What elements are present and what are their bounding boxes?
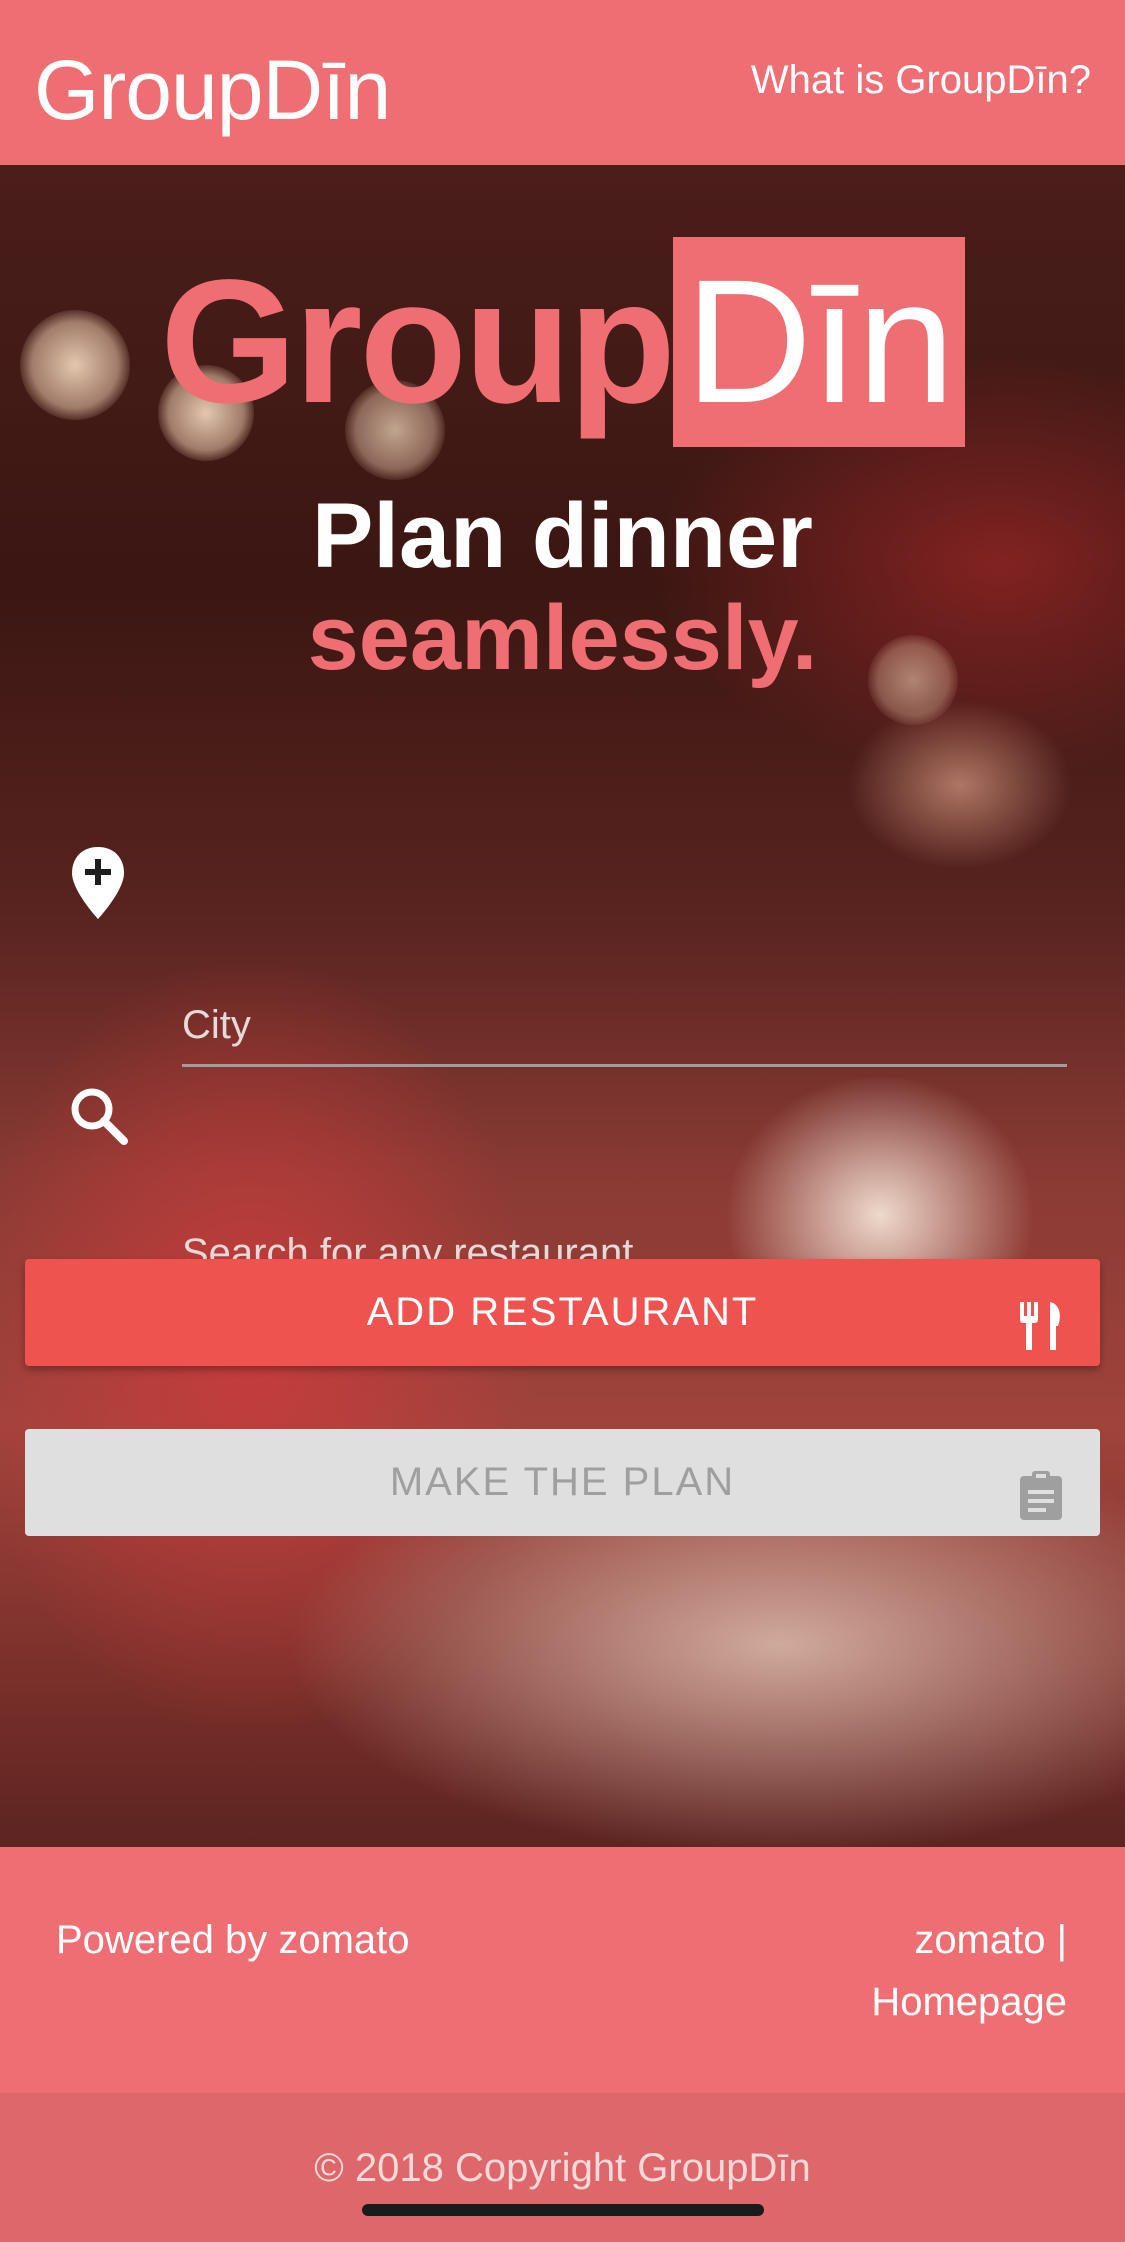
add-restaurant-button[interactable]: ADD RESTAURANT <box>25 1259 1100 1366</box>
tagline-line2: seamlessly. <box>307 587 818 689</box>
copyright-bar: © 2018 Copyright GroupDīn <box>0 2093 1125 2242</box>
what-is-groupdin-link[interactable]: What is GroupDīn? <box>751 55 1091 105</box>
clipboard-icon <box>1016 1456 1066 1520</box>
city-field-wrap <box>182 977 1067 1067</box>
brand-logo[interactable]: GroupDīn <box>34 40 391 140</box>
add-restaurant-label: ADD RESTAURANT <box>366 1290 759 1334</box>
page: GroupDīn What is GroupDīn? GroupDīn Plan… <box>0 0 1125 2242</box>
map-pin-plus-icon <box>64 843 132 923</box>
hero-title: GroupDīn <box>0 237 1125 447</box>
zomato-homepage-link[interactable]: zomato | Homepage <box>767 1909 1067 2033</box>
tagline: Plan dinner seamlessly. <box>0 485 1125 689</box>
hero-section: GroupDīn Plan dinner seamlessly. City Se… <box>0 165 1125 1847</box>
home-indicator[interactable] <box>362 2204 764 2216</box>
powered-by-text: Powered by zomato <box>56 1918 410 1962</box>
tagline-line1: Plan dinner <box>312 485 813 587</box>
search-icon <box>64 1077 132 1157</box>
footer: Powered by zomato zomato | Homepage <box>0 1847 1125 2093</box>
hero-title-din: Dīn <box>673 237 965 447</box>
make-the-plan-button[interactable]: MAKE THE PLAN <box>25 1429 1100 1536</box>
city-input[interactable] <box>182 977 1067 1064</box>
cutlery-icon <box>1016 1286 1066 1350</box>
zomato-link-line2: Homepage <box>871 1980 1067 2024</box>
hero-title-group: Group <box>160 244 676 440</box>
top-navbar: GroupDīn What is GroupDīn? <box>0 0 1125 165</box>
copyright-text: © 2018 Copyright GroupDīn <box>314 2146 811 2190</box>
make-the-plan-label: MAKE THE PLAN <box>389 1460 736 1504</box>
zomato-link-line1: zomato | <box>914 1918 1067 1962</box>
